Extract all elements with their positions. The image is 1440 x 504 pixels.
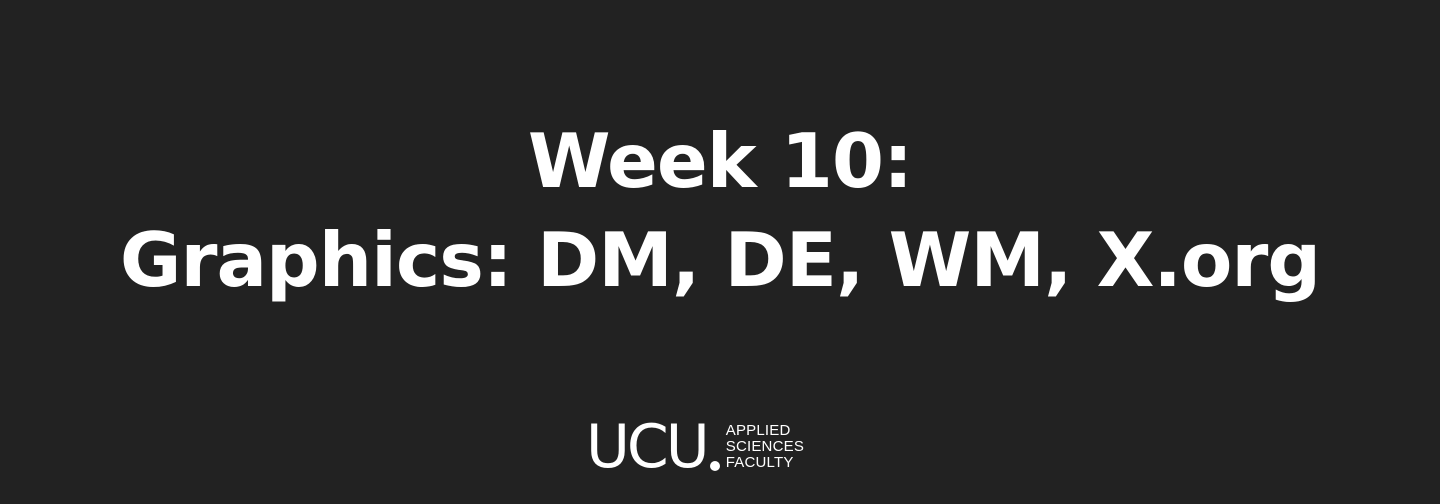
slide-title: Week 10: Graphics: DM, DE, WM, X.org bbox=[0, 112, 1440, 310]
logo-wordmark: UCU bbox=[586, 412, 710, 482]
logo-faculty-line-2: SCIENCES bbox=[725, 438, 805, 455]
logo-dot-icon bbox=[709, 461, 720, 471]
logo-faculty-line-3: FACULTY bbox=[725, 454, 794, 471]
slide-title-line-2: Graphics: DM, DE, WM, X.org bbox=[119, 216, 1321, 304]
ucu-logo: UCU APPLIED SCIENCES FACULTY bbox=[586, 412, 804, 482]
logo-faculty-line-1: APPLIED bbox=[725, 422, 791, 439]
slide-title-line-1: Week 10: bbox=[527, 117, 913, 205]
slide: Week 10: Graphics: DM, DE, WM, X.org UCU… bbox=[0, 0, 1440, 504]
logo-faculty-text: APPLIED SCIENCES FACULTY bbox=[726, 423, 804, 471]
